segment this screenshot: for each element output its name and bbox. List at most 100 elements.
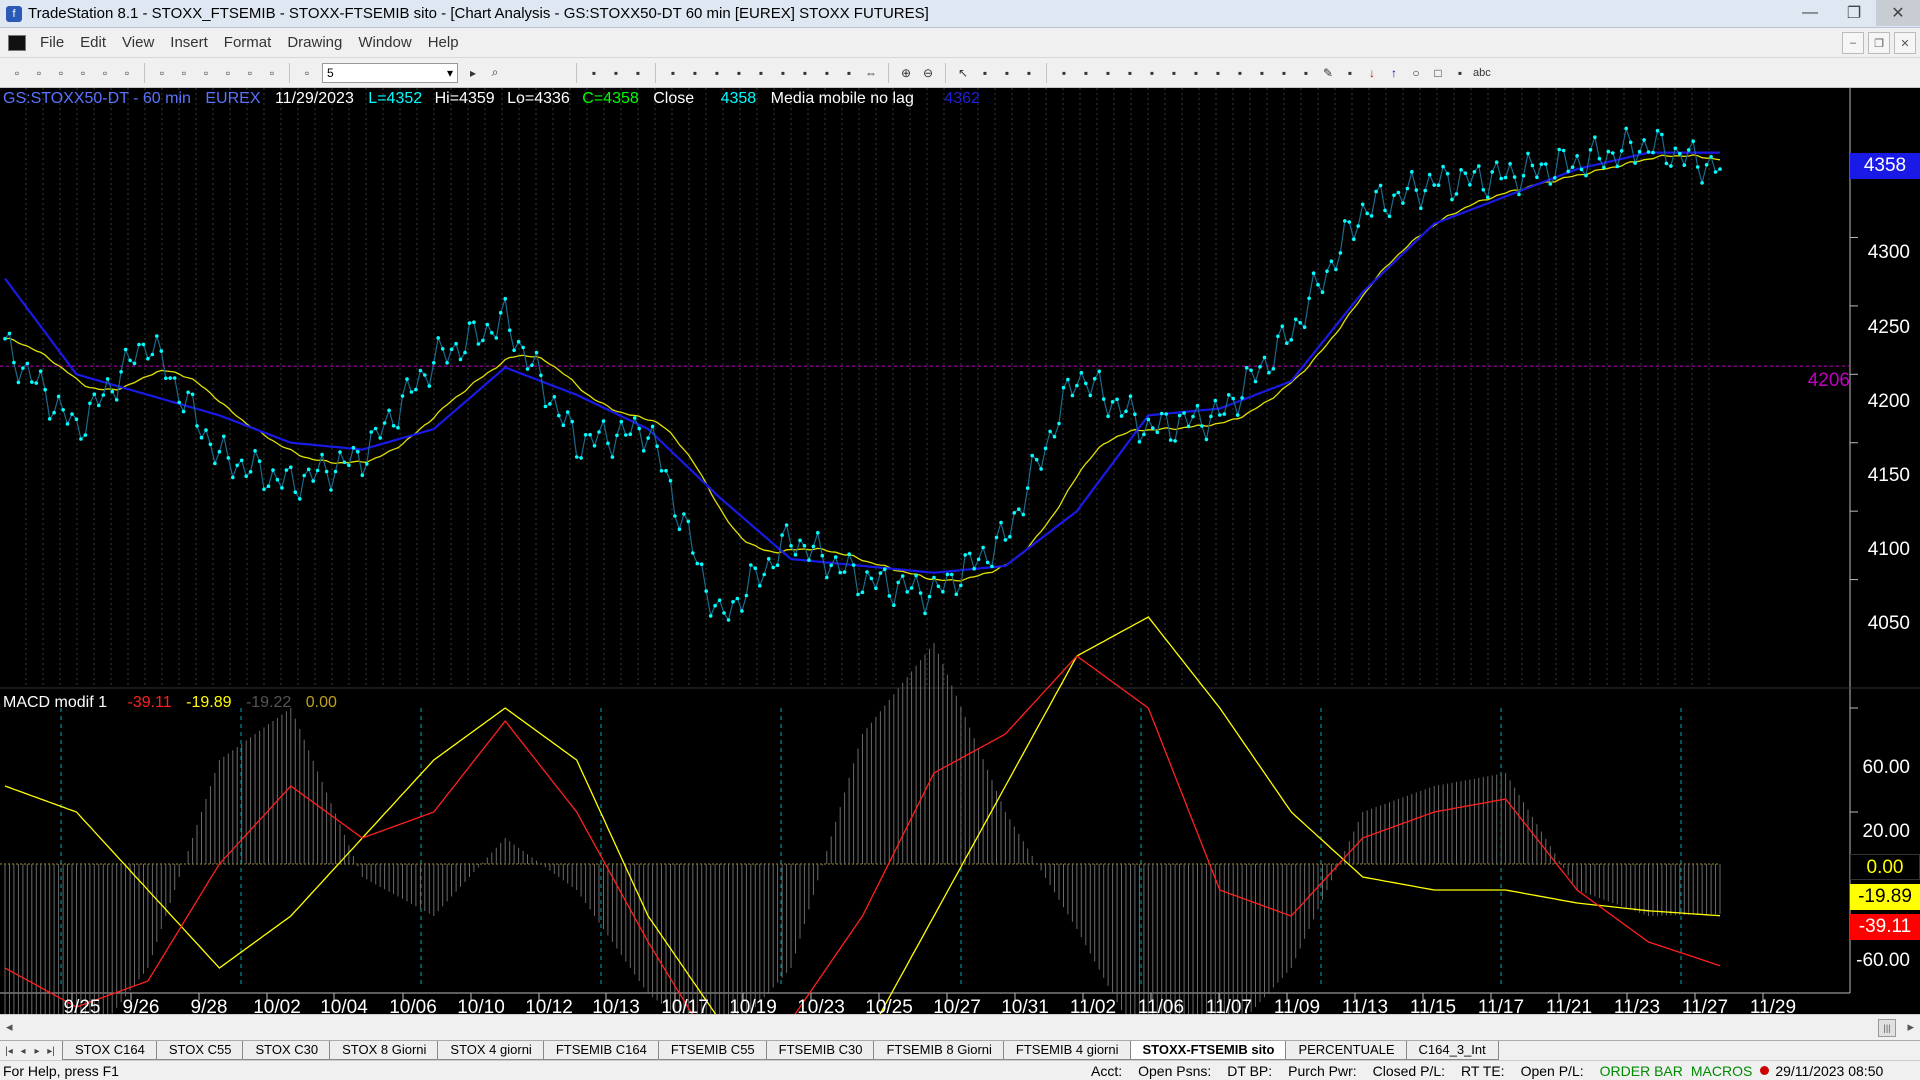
line-icon[interactable]: ▪: [840, 64, 858, 82]
grid-icon[interactable]: ▪: [585, 64, 603, 82]
mdi-close-button[interactable]: ✕: [1894, 32, 1916, 54]
window-icon[interactable]: ▫: [197, 64, 215, 82]
fan-icon[interactable]: ▪: [1165, 64, 1183, 82]
tab-4[interactable]: STOX 4 giorni: [437, 1041, 545, 1060]
bar-icon[interactable]: ▪: [796, 64, 814, 82]
tab-next-icon[interactable]: ▸: [30, 1044, 44, 1060]
macd-value-1: -39.11: [127, 694, 172, 711]
ellipse-icon[interactable]: ○: [1407, 64, 1425, 82]
order-bar-button[interactable]: ORDER BAR: [1592, 1063, 1691, 1079]
minimize-button[interactable]: —: [1788, 0, 1832, 26]
scroll-left-icon[interactable]: ◂: [6, 1019, 13, 1035]
open-icon[interactable]: ▫: [30, 64, 48, 82]
folder-icon[interactable]: ▫: [96, 64, 114, 82]
tab-0[interactable]: STOX C164: [62, 1041, 158, 1060]
chart2-icon[interactable]: ▪: [752, 64, 770, 82]
tab-3[interactable]: STOX 8 Giorni: [329, 1041, 440, 1060]
print-preview-icon[interactable]: ▫: [175, 64, 193, 82]
sheet-icon[interactable]: ▪: [629, 64, 647, 82]
arrow-down-icon[interactable]: ↓: [1363, 64, 1381, 82]
menu-file[interactable]: File: [32, 34, 72, 51]
tab-11[interactable]: PERCENTUALE: [1285, 1041, 1408, 1060]
curve-icon[interactable]: ▪: [1341, 64, 1359, 82]
macros-button[interactable]: MACROS: [1691, 1063, 1760, 1079]
cursor-icon[interactable]: ▪: [976, 64, 994, 82]
tool-icon[interactable]: ▪: [998, 64, 1016, 82]
chart-area[interactable]: GS:STOXX50-DT - 60 min EUREX 11/29/2023 …: [0, 88, 1920, 1026]
pointer-icon[interactable]: ↖: [954, 64, 972, 82]
save-icon[interactable]: ▫: [118, 64, 136, 82]
close-button[interactable]: ✕: [1876, 0, 1920, 26]
arc-icon[interactable]: ▪: [1297, 64, 1315, 82]
rectangle-icon[interactable]: □: [1429, 64, 1447, 82]
tab-1[interactable]: STOX C55: [155, 1041, 245, 1060]
menu-view[interactable]: View: [114, 34, 162, 51]
chain-icon[interactable]: ▪: [686, 64, 704, 82]
gann-icon[interactable]: ▪: [1209, 64, 1227, 82]
menu-help[interactable]: Help: [420, 34, 467, 51]
menu-window[interactable]: Window: [350, 34, 419, 51]
link-icon[interactable]: ▪: [664, 64, 682, 82]
lock-icon[interactable]: ▫: [241, 64, 259, 82]
tab-5[interactable]: FTSEMIB C164: [542, 1041, 660, 1060]
tab-10[interactable]: STOXX-FTSEMIB sito: [1129, 1041, 1288, 1060]
mdi-minimize-button[interactable]: –: [1842, 32, 1864, 54]
menu-insert[interactable]: Insert: [162, 34, 216, 51]
tab-2[interactable]: STOX C30: [242, 1041, 332, 1060]
cycle-icon[interactable]: ▪: [1231, 64, 1249, 82]
mdi-restore-button[interactable]: ❐: [1868, 32, 1890, 54]
chart-icon[interactable]: ▪: [730, 64, 748, 82]
new-icon[interactable]: ▫: [8, 64, 26, 82]
channel-icon[interactable]: ▪: [1143, 64, 1161, 82]
workspace-icon[interactable]: ▫: [52, 64, 70, 82]
arrow-right-icon[interactable]: ▪: [1253, 64, 1271, 82]
chart-window-icon[interactable]: [8, 34, 26, 51]
vlines-icon[interactable]: ▪: [1099, 64, 1117, 82]
tab-7[interactable]: FTSEMIB C30: [765, 1041, 876, 1060]
tab-12[interactable]: C164_3_Int: [1405, 1041, 1499, 1060]
tab-last-icon[interactable]: ▸|: [44, 1044, 58, 1060]
tab-first-icon[interactable]: |◂: [2, 1044, 16, 1060]
menu-edit[interactable]: Edit: [72, 34, 114, 51]
insert-icon[interactable]: ▪: [1020, 64, 1038, 82]
tab-9[interactable]: FTSEMIB 4 giorni: [1002, 1041, 1132, 1060]
scroll-right-icon[interactable]: ▸: [1907, 1019, 1914, 1035]
hlines-icon[interactable]: ▪: [1121, 64, 1139, 82]
fib-icon[interactable]: ▪: [1187, 64, 1205, 82]
window2-icon[interactable]: ▫: [219, 64, 237, 82]
arrow-up-icon[interactable]: ↑: [1385, 64, 1403, 82]
chart-canvas[interactable]: [0, 88, 1920, 1026]
zoom-in-icon[interactable]: ⊕: [897, 64, 915, 82]
bars-icon[interactable]: ▪: [708, 64, 726, 82]
zoom-out-icon[interactable]: ⊖: [919, 64, 937, 82]
refresh-icon[interactable]: ▪: [774, 64, 792, 82]
grid2-icon[interactable]: ▪: [607, 64, 625, 82]
play-icon[interactable]: ▸: [464, 64, 482, 82]
copy2-icon[interactable]: ▪: [1055, 64, 1073, 82]
trendline-icon[interactable]: ▪: [1077, 64, 1095, 82]
interval-select[interactable]: 5 ▾: [322, 62, 458, 83]
find-icon[interactable]: ⌕: [486, 64, 504, 82]
tab-6[interactable]: FTSEMIB C55: [657, 1041, 768, 1060]
arrows-icon[interactable]: ⇔: [862, 64, 880, 82]
horizontal-scrollbar[interactable]: ◂ ||| ▸: [0, 1014, 1920, 1040]
tab-8[interactable]: FTSEMIB 8 Giorni: [873, 1041, 1005, 1060]
close-point: [1262, 355, 1267, 360]
tab-prev-icon[interactable]: ◂: [16, 1044, 30, 1060]
candle-icon[interactable]: ▪: [818, 64, 836, 82]
menu-drawing[interactable]: Drawing: [279, 34, 350, 51]
copy-icon[interactable]: ▫: [74, 64, 92, 82]
restore-button[interactable]: ❐: [1832, 0, 1876, 26]
text-icon[interactable]: ▪: [1451, 64, 1469, 82]
scroll-thumb[interactable]: |||: [1878, 1019, 1896, 1037]
close-point: [1378, 183, 1383, 188]
close-point: [1611, 151, 1615, 155]
globe-icon[interactable]: ▫: [298, 64, 316, 82]
menu-format[interactable]: Format: [216, 34, 280, 51]
close-point: [1606, 149, 1611, 154]
text-tool[interactable]: abc: [1473, 64, 1491, 82]
pencil-icon[interactable]: ✎: [1319, 64, 1337, 82]
parallel-icon[interactable]: ▪: [1275, 64, 1293, 82]
print-icon[interactable]: ▫: [153, 64, 171, 82]
paint-icon[interactable]: ▫: [263, 64, 281, 82]
